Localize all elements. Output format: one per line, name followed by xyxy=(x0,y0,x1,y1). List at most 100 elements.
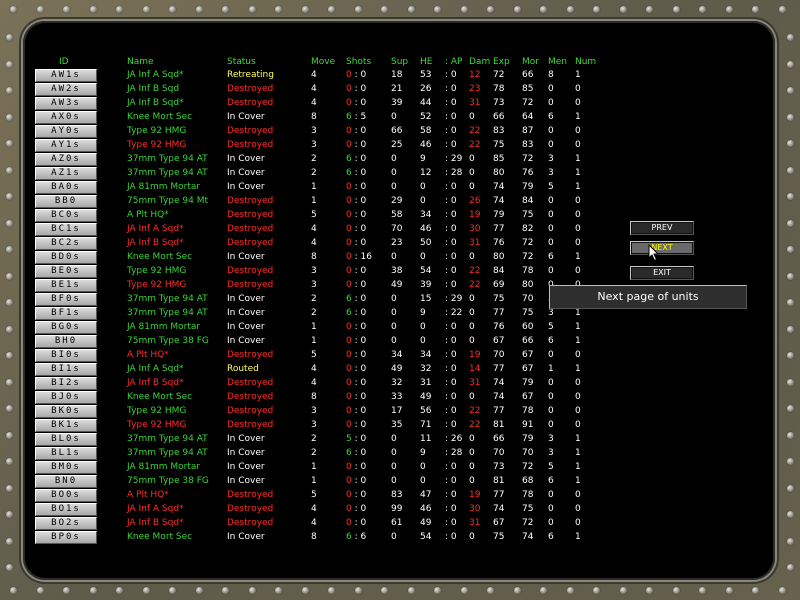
unit-ap: : 0 xyxy=(445,210,457,220)
unit-move: 8 xyxy=(311,532,317,542)
unit-num: 1 xyxy=(575,182,581,192)
unit-id-button[interactable]: BO0s xyxy=(35,489,97,502)
unit-id-button[interactable]: BB0 xyxy=(35,195,97,208)
unit-ap: : 0 xyxy=(445,224,457,234)
unit-id-button[interactable]: AY1s xyxy=(35,139,97,152)
rivet-icon xyxy=(787,432,794,439)
table-row: BC1s JA Inf A Sqd* Destroyed 4 0 : 0 70 46: 0 3… xyxy=(35,222,596,236)
unit-id-cell: AZ0s xyxy=(35,152,127,166)
unit-id-button[interactable]: BL1s xyxy=(35,447,97,460)
unit-men: 5 xyxy=(548,462,554,472)
unit-ap-value: 0 xyxy=(450,196,457,206)
unit-id-button[interactable]: BC2s xyxy=(35,237,97,250)
unit-id-button[interactable]: BM0s xyxy=(35,461,97,474)
unit-id-button[interactable]: BC1s xyxy=(35,223,97,236)
rivet-icon xyxy=(6,326,13,333)
unit-id-cell: AW3s xyxy=(35,96,127,110)
rivet-icon xyxy=(787,61,794,68)
rivet-icon xyxy=(787,458,794,465)
next-button[interactable]: NEXT xyxy=(630,241,694,255)
unit-id-button[interactable]: BI2s xyxy=(35,377,97,390)
unit-num: 0 xyxy=(575,518,581,528)
unit-id-button[interactable]: BK0s xyxy=(35,405,97,418)
unit-sup: 23 xyxy=(391,238,403,248)
rivet-icon xyxy=(222,6,229,13)
unit-name: Type 92 HMG xyxy=(127,140,187,150)
unit-id-button[interactable]: BE1s xyxy=(35,279,97,292)
unit-num: 1 xyxy=(575,252,581,262)
unit-id-button[interactable]: AW1s xyxy=(35,69,97,82)
unit-sup: 49 xyxy=(391,280,403,290)
unit-men: 0 xyxy=(548,392,554,402)
shots-right: 0 xyxy=(360,350,367,360)
unit-id-button[interactable]: BO2s xyxy=(35,517,97,530)
unit-id-button[interactable]: BL0s xyxy=(35,433,97,446)
unit-sup: 99 xyxy=(391,504,403,514)
unit-exp: 80 xyxy=(493,168,505,178)
unit-id-button[interactable]: BJ0s xyxy=(35,391,97,404)
unit-id-button[interactable]: AW3s xyxy=(35,97,97,110)
unit-id-button[interactable]: BI1s xyxy=(35,363,97,376)
unit-id-button[interactable]: BF0s xyxy=(35,293,97,306)
unit-name: JA 81mm Mortar xyxy=(127,322,201,332)
rivet-icon xyxy=(6,61,13,68)
unit-id-button[interactable]: BC0s xyxy=(35,209,97,222)
unit-he: 56 xyxy=(420,406,432,416)
unit-he: 39 xyxy=(420,280,432,290)
unit-id-button[interactable]: BA0s xyxy=(35,181,97,194)
unit-ap: : 0 xyxy=(445,392,457,402)
unit-ap-value: 0 xyxy=(450,476,457,486)
unit-shots: 0 : 0 xyxy=(346,196,367,206)
unit-men: 0 xyxy=(548,406,554,416)
shots-right: 0 xyxy=(360,84,367,94)
unit-id-button[interactable]: AX0s xyxy=(35,111,97,124)
unit-he: 0 xyxy=(420,336,426,346)
unit-id-cell: BE1s xyxy=(35,278,127,292)
unit-dam: 19 xyxy=(469,210,481,220)
unit-id-button[interactable]: AZ0s xyxy=(35,153,97,166)
table-row: BG0s JA 81mm Mortar In Cover 1 0 : 000: 0 0 76… xyxy=(35,320,596,334)
exit-button[interactable]: EXIT xyxy=(630,266,694,280)
unit-he: 11 xyxy=(420,434,432,444)
unit-id-button[interactable]: BF1s xyxy=(35,307,97,320)
unit-id-button[interactable]: BP0s xyxy=(35,531,97,544)
unit-id-button[interactable]: BN0 xyxy=(35,475,97,488)
unit-men: 0 xyxy=(548,210,554,220)
rivet-icon xyxy=(787,299,794,306)
unit-ap: : 0 xyxy=(445,406,457,416)
unit-id-button[interactable]: BK1s xyxy=(35,419,97,432)
unit-mor: 72 xyxy=(522,154,534,164)
unit-id-button[interactable]: AY0s xyxy=(35,125,97,138)
table-row: BL0s 37mm Type 94 AT In Cover 2 5 : 0 0 11: 26… xyxy=(35,432,596,446)
unit-id-button[interactable]: AW2s xyxy=(35,83,97,96)
unit-id-cell: BH0 xyxy=(35,334,127,348)
unit-id-button[interactable]: AZ1s xyxy=(35,167,97,180)
unit-men: 0 xyxy=(548,378,554,388)
rivet-icon xyxy=(116,6,123,13)
prev-button[interactable]: PREV xyxy=(630,221,694,235)
unit-id-button[interactable]: BG0s xyxy=(35,321,97,334)
unit-num: 0 xyxy=(575,126,581,136)
unit-ap: : 29 xyxy=(445,154,463,164)
unit-id-button[interactable]: BH0 xyxy=(35,335,97,348)
unit-id-cell: BI0s xyxy=(35,348,127,362)
unit-id-button[interactable]: BI0s xyxy=(35,349,97,362)
unit-move: 4 xyxy=(311,518,317,528)
rivet-icon xyxy=(514,6,521,13)
table-row: AW2s JA Inf B Sqd Destroyed 4 0 : 0 21 26: 0 23… xyxy=(35,82,596,96)
unit-id-button[interactable]: BO1s xyxy=(35,503,97,516)
unit-sup: 0 xyxy=(391,476,397,486)
unit-shots: 0 : 0 xyxy=(346,322,367,332)
unit-dam: 0 xyxy=(469,434,475,444)
unit-ap-value: 26 xyxy=(450,434,463,444)
unit-id-button[interactable]: BE0s xyxy=(35,265,97,278)
unit-men: 0 xyxy=(548,266,554,276)
unit-sup: 0 xyxy=(391,154,397,164)
unit-name: JA Inf B Sqd xyxy=(127,84,180,94)
unit-move: 3 xyxy=(311,266,317,276)
unit-id-button[interactable]: BD0s xyxy=(35,251,97,264)
unit-move: 8 xyxy=(311,392,317,402)
rivet-icon xyxy=(302,6,309,13)
unit-dam: 0 xyxy=(469,532,475,542)
rivet-icon xyxy=(726,587,733,594)
